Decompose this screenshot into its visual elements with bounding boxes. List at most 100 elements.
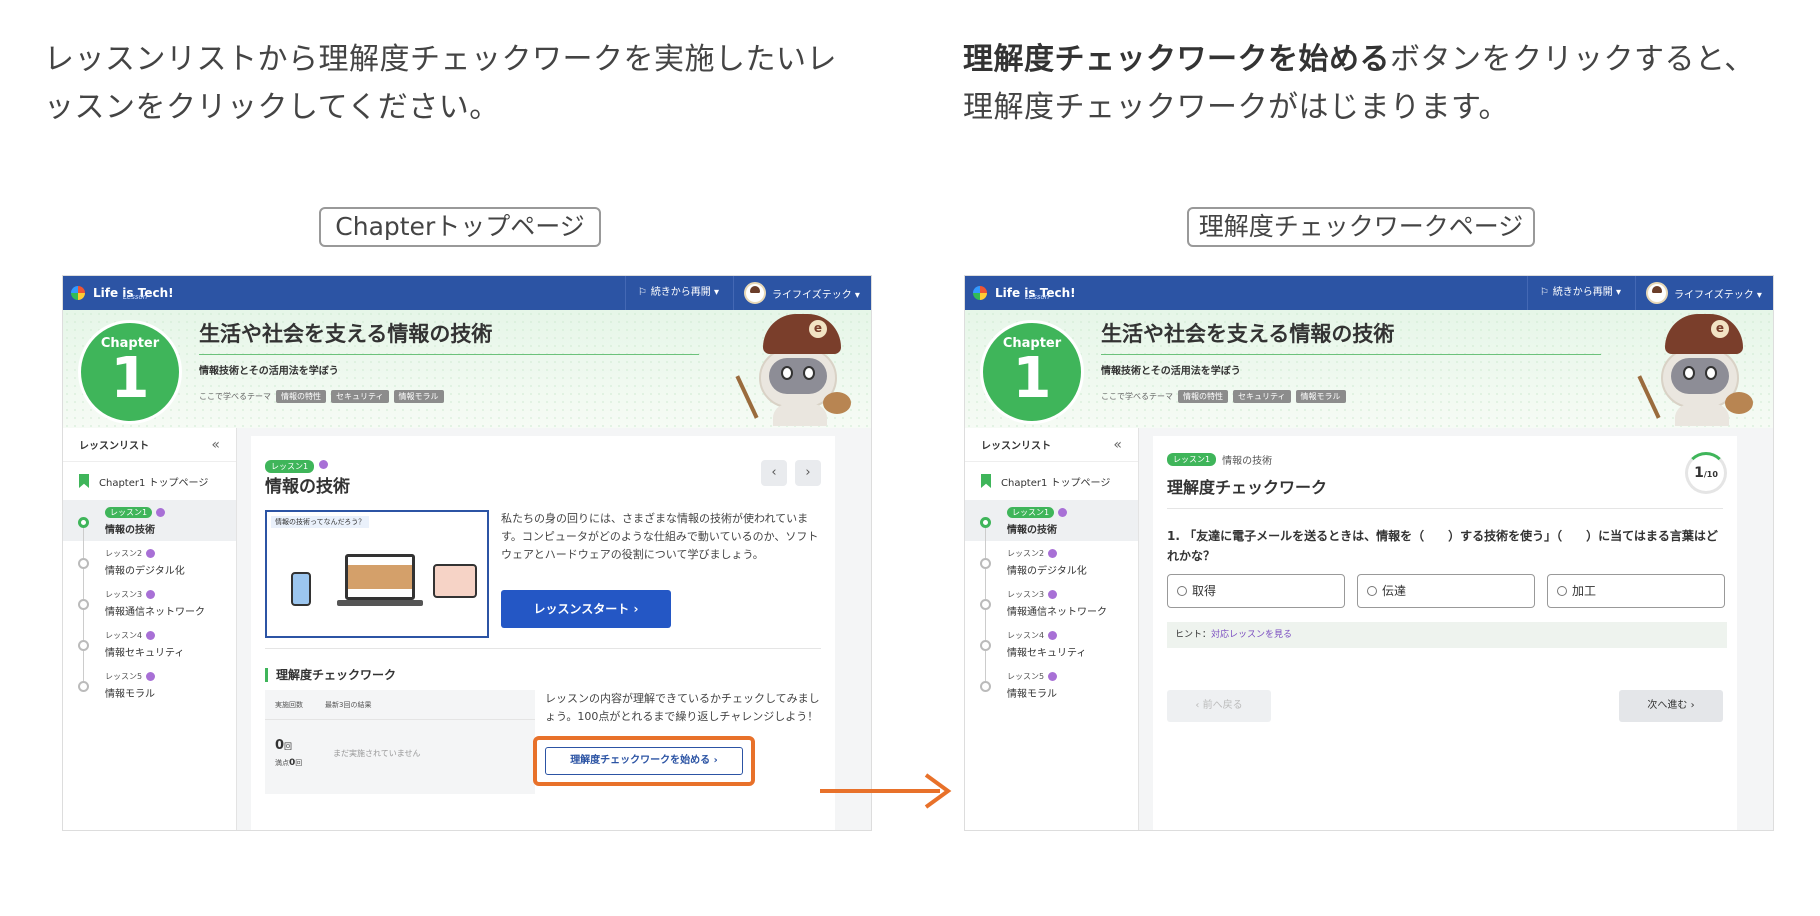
user-menu[interactable]: ライフイズテック ▾ [733,276,871,310]
check-work-screenshot: Life is Tech! Lesson ⚐ 続きから再開 ▾ ライフイズテック … [964,275,1774,831]
lesson-badge-row: レッスン1 [265,454,329,473]
user-name: ライフイズテック ▾ [1674,289,1762,301]
collapse-icon[interactable]: « [211,437,220,453]
next-lesson-button[interactable]: › [795,460,821,486]
chapter-hero: Chapter 1 生活や社会を支える情報の技術 情報技術とその活用法を学ぼう … [965,310,1773,428]
lesson-description: 私たちの身の回りには、さまざまな情報の技術が使われています。コンピュータがどのよ… [501,512,819,561]
chapter-title: 生活や社会を支える情報の技術 [199,318,699,355]
tag: セキュリティ [1233,390,1291,403]
collapse-icon[interactable]: « [1113,437,1122,453]
sidebar-item-lesson2[interactable]: レッスン2 情報のデジタル化 [965,541,1138,599]
check-description: レッスンの内容が理解できているかチェックしてみましょう。100点がとれるまで繰り… [545,692,820,723]
no-results-text: まだ実施されていません [333,749,421,758]
instruction-right: 理解度チェックワークを始めるボタンをクリックすると、理解度チェックワークがはじま… [963,36,1783,132]
user-menu[interactable]: ライフイズテック ▾ [1635,276,1773,310]
lesson-name: 情報モラル [1007,689,1057,700]
question-text: 1. 「友達に電子メールを送るときは、情報を（ ）する技術を使う」（ ）に当ては… [1167,529,1718,563]
sidebar-item-lesson5[interactable]: レッスン5 情報モラル [63,664,236,705]
resume-button[interactable]: ⚐ 続きから再開 ▾ [1526,276,1633,310]
sidebar-item-lesson1[interactable]: レッスン1 情報の技術 [63,500,236,558]
tag: セキュリティ [331,390,389,403]
chapter-top-screenshot: Life is Tech! Lesson ⚐ 続きから再開 ▾ ライフイズテック … [62,275,872,831]
star-icon [146,549,156,558]
stats-col-results: 最新3回の結果 [325,700,372,709]
star-icon [319,460,329,469]
instruction-left: レッスンリストから理解度チェックワークを実施したいレッスンをクリックしてください… [44,42,837,125]
lesson-label: レッスン3 [1007,590,1045,599]
lesson-badge: レッスン1 [1167,453,1217,466]
sidebar-item-lesson5[interactable]: レッスン5 情報モラル [965,664,1138,705]
answer-options: 取得 伝達 加工 [1167,574,1725,608]
sidebar-item-chapter-top[interactable]: Chapter1 トップページ [63,462,236,500]
chapter-title: 生活や社会を支える情報の技術 [1101,318,1601,355]
star-icon [146,672,156,681]
tablet-illustration [433,564,477,598]
answer-option[interactable]: 加工 [1547,574,1725,608]
star-icon [1048,672,1058,681]
prev-button[interactable]: ‹ 前へ戻る [1167,690,1271,722]
sidebar-title: レッスンリスト [79,441,149,452]
sidebar-item-lesson3[interactable]: レッスン3 情報通信ネットワーク [965,582,1138,640]
lesson-name: 情報通信ネットワーク [1007,607,1107,618]
avatar [744,282,766,304]
theme-tags: ここで学べるテーマ 情報の特性 セキュリティ 情報モラル [199,390,444,403]
lesson-label: レッスン2 [1007,549,1045,558]
check-section-title: 理解度チェックワーク [265,668,396,682]
star-icon [1048,549,1058,558]
logo-subtext: Lesson [123,293,148,301]
sidebar-item-lesson4[interactable]: レッスン4 情報セキュリティ [965,623,1138,681]
chapter-number: 1 [110,346,150,411]
chapter-badge: Chapter 1 [980,320,1084,424]
next-button[interactable]: 次へ進む › [1619,690,1723,722]
lesson-list: レッスン1 情報の技術 レッスン2 情報のデジタル化 レッスン3 情報通信ネットワーク… [965,500,1138,705]
mascot-illustration [1637,314,1755,426]
sidebar-item-lesson3[interactable]: レッスン3 情報通信ネットワーク [63,582,236,640]
lesson-name: 情報セキュリティ [105,648,185,659]
resume-button[interactable]: ⚐ 続きから再開 ▾ [624,276,731,310]
lesson-label: レッスン1 [1007,507,1055,518]
lesson-name: 情報モラル [105,689,155,700]
start-check-button[interactable]: 理解度チェックワークを始める › [545,747,743,775]
lesson-label: レッスン5 [105,672,143,681]
bookmark-icon [79,474,89,488]
sidebar-item-lesson1[interactable]: レッスン1 情報の技術 [965,500,1138,558]
attempt-count: 0回 [275,738,293,753]
lesson-thumbnail[interactable]: 情報の技術ってなんだろう？ [265,510,489,638]
lesson-label: レッスン2 [105,549,143,558]
star-icon [156,508,166,517]
main-content: レッスン1 情報の技術 ‹ › 情報の技術ってなんだろう？ 私たちの身の回りには… [237,428,871,830]
bookmark-icon [981,474,991,488]
stats-col-count: 実施回数 [275,700,303,709]
logo-icon [71,286,85,300]
laptop-illustration [345,554,415,600]
hint-label: ヒント： [1175,630,1212,640]
hint-link[interactable]: 対応レッスンを見る [1211,630,1292,640]
answer-option[interactable]: 取得 [1167,574,1345,608]
sidebar-item-chapter-top[interactable]: Chapter1 トップページ [965,462,1138,500]
theme-label: ここで学べるテーマ [1101,392,1173,401]
sidebar-item-lesson4[interactable]: レッスン4 情報セキュリティ [63,623,236,681]
tag: 情報モラル [1295,390,1346,403]
answer-option[interactable]: 伝達 [1357,574,1535,608]
question-progress: 1/10 [1685,452,1727,494]
thumbnail-caption: 情報の技術ってなんだろう？ [271,516,370,528]
lesson-nav: ‹ › [761,460,821,486]
sidebar-item-lesson2[interactable]: レッスン2 情報のデジタル化 [63,541,236,599]
tag: 情報の特性 [1178,390,1228,403]
lesson-list: レッスン1 情報の技術 レッスン2 情報のデジタル化 レッスン3 情報通信ネットワーク… [63,500,236,705]
resume-label: 続きから再開 ▾ [1552,287,1621,298]
chapter-subtitle: 情報技術とその活用法を学ぼう [1101,366,1241,377]
lesson-name: 情報通信ネットワーク [105,607,205,618]
chapter-subtitle: 情報技術とその活用法を学ぼう [199,366,339,377]
tag: 情報の特性 [276,390,326,403]
lesson-label: レッスン5 [1007,672,1045,681]
flag-icon: ⚐ [1539,287,1549,298]
check-lesson-name: 情報の技術 [1222,456,1273,467]
lesson-start-button[interactable]: レッスンスタート › [501,590,671,628]
chapter-badge: Chapter 1 [78,320,182,424]
star-icon [1048,631,1058,640]
prev-lesson-button[interactable]: ‹ [761,460,787,486]
hint-bar: ヒント：対応レッスンを見る [1167,622,1727,648]
check-title: 理解度チェックワーク [1167,478,1328,497]
lesson-name: 情報の技術 [1007,525,1057,536]
